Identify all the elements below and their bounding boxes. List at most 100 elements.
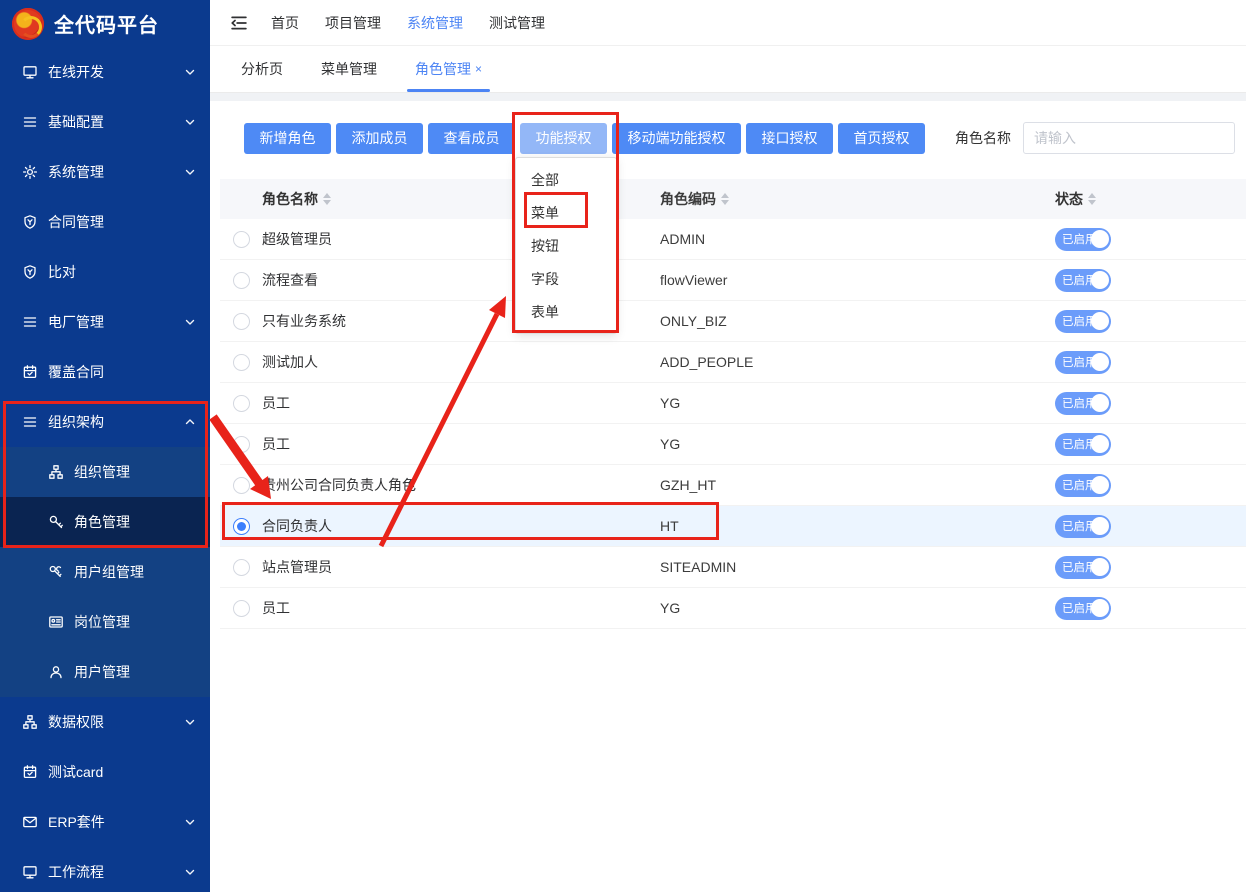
sidebar-item-label: ERP套件 bbox=[48, 812, 184, 832]
api-auth-button[interactable]: 接口授权 bbox=[746, 123, 833, 154]
sidebar-item-comparison[interactable]: 比对 bbox=[0, 247, 210, 297]
table-row[interactable]: 站点管理员 SITEADMIN 已启用 bbox=[220, 547, 1246, 588]
table-row[interactable]: 只有业务系统 ONLY_BIZ 已启用 bbox=[220, 301, 1246, 342]
role-name-cell: 合同负责人 bbox=[262, 516, 660, 536]
status-toggle[interactable]: 已启用 bbox=[1055, 433, 1111, 456]
nav-item-project-management[interactable]: 项目管理 bbox=[325, 13, 381, 33]
badge-icon bbox=[22, 264, 38, 280]
dropdown-item-button[interactable]: 按钮 bbox=[516, 229, 616, 262]
sidebar-item-label: 数据权限 bbox=[48, 712, 184, 732]
status-toggle[interactable]: 已启用 bbox=[1055, 597, 1111, 620]
mobile-feature-auth-button[interactable]: 移动端功能授权 bbox=[612, 123, 741, 154]
sidebar-item-data-permission[interactable]: 数据权限 bbox=[0, 697, 210, 747]
tab-close-icon[interactable]: × bbox=[475, 63, 482, 75]
row-radio-button[interactable] bbox=[233, 518, 250, 535]
table-row[interactable]: 流程查看 flowViewer 已启用 bbox=[220, 260, 1246, 301]
nav-item-system-management[interactable]: 系统管理 bbox=[407, 13, 463, 33]
sidebar-item-erp-suite[interactable]: ERP套件 bbox=[0, 797, 210, 847]
sidebar-item-label: 岗位管理 bbox=[74, 612, 196, 632]
calendar-icon bbox=[22, 364, 38, 380]
sidebar-item-user-group-management[interactable]: 用户组管理 bbox=[0, 547, 210, 597]
keys-icon bbox=[48, 564, 64, 580]
status-toggle[interactable]: 已启用 bbox=[1055, 269, 1111, 292]
chevron-down-icon bbox=[184, 816, 196, 828]
dropdown-item-form[interactable]: 表单 bbox=[516, 295, 616, 328]
status-toggle[interactable]: 已启用 bbox=[1055, 474, 1111, 497]
role-management-page: { "app": { "title": "全代码平台" }, "topnav":… bbox=[0, 0, 1246, 892]
sidebar-item-label: 电厂管理 bbox=[48, 312, 184, 332]
sidebar-item-organization-management[interactable]: 组织管理 bbox=[0, 447, 210, 497]
tab-role-management[interactable]: 角色管理× bbox=[411, 46, 486, 92]
table-row[interactable]: 超级管理员 ADMIN 已启用 bbox=[220, 219, 1246, 260]
row-radio-button[interactable] bbox=[233, 436, 250, 453]
role-name-filter-input[interactable] bbox=[1023, 122, 1235, 154]
role-name-cell: 贵州公司合同负责人角色 bbox=[262, 475, 660, 495]
dropdown-item-all[interactable]: 全部 bbox=[516, 163, 616, 196]
tab-analysis-page[interactable]: 分析页 bbox=[237, 46, 287, 92]
content-panel: 新增角色添加成员查看成员功能授权移动端功能授权接口授权首页授权 角色名称 角色编… bbox=[210, 101, 1246, 892]
table-row[interactable]: 员工 YG 已启用 bbox=[220, 383, 1246, 424]
sidebar-item-contract-management[interactable]: 合同管理 bbox=[0, 197, 210, 247]
table-row[interactable]: 员工 YG 已启用 bbox=[220, 588, 1246, 629]
chevron-down-icon bbox=[184, 716, 196, 728]
add-member-button[interactable]: 添加成员 bbox=[336, 123, 423, 154]
role-name-cell: 员工 bbox=[262, 434, 660, 454]
sidebar-item-user-management[interactable]: 用户管理 bbox=[0, 647, 210, 697]
status-toggle[interactable]: 已启用 bbox=[1055, 310, 1111, 333]
row-radio-button[interactable] bbox=[233, 395, 250, 412]
sidebar-item-label: 组织架构 bbox=[48, 412, 184, 432]
row-radio-button[interactable] bbox=[233, 313, 250, 330]
sidebar-item-organization-structure[interactable]: 组织架构 bbox=[0, 397, 210, 447]
status-toggle[interactable]: 已启用 bbox=[1055, 351, 1111, 374]
dropdown-item-menu[interactable]: 菜单 bbox=[516, 196, 616, 229]
table-row[interactable]: 贵州公司合同负责人角色 GZH_HT 已启用 bbox=[220, 465, 1246, 506]
sidebar-item-online-development[interactable]: 在线开发 bbox=[0, 47, 210, 97]
feature-auth-button[interactable]: 功能授权 bbox=[520, 123, 607, 154]
status-toggle[interactable]: 已启用 bbox=[1055, 515, 1111, 538]
add-role-button[interactable]: 新增角色 bbox=[244, 123, 331, 154]
status-toggle[interactable]: 已启用 bbox=[1055, 228, 1111, 251]
role-code-cell: YG bbox=[660, 395, 1055, 411]
app-title: 全代码平台 bbox=[54, 9, 159, 38]
view-members-button[interactable]: 查看成员 bbox=[428, 123, 515, 154]
chevron-down-icon bbox=[184, 316, 196, 328]
sidebar-item-workflow[interactable]: 工作流程 bbox=[0, 847, 210, 892]
sidebar-item-coverage-contract[interactable]: 覆盖合同 bbox=[0, 347, 210, 397]
row-radio-button[interactable] bbox=[233, 231, 250, 248]
sidebar-item-role-management[interactable]: 角色管理 bbox=[0, 497, 210, 547]
status-label: 已启用 bbox=[1062, 559, 1097, 575]
tab-menu-management[interactable]: 菜单管理 bbox=[317, 46, 381, 92]
role-filter: 角色名称 角色编码 bbox=[955, 122, 1246, 154]
row-radio-button[interactable] bbox=[233, 477, 250, 494]
sidebar-item-position-management[interactable]: 岗位管理 bbox=[0, 597, 210, 647]
idcard-icon bbox=[48, 614, 64, 630]
sidebar-item-basic-config[interactable]: 基础配置 bbox=[0, 97, 210, 147]
logo-row: 全代码平台 bbox=[0, 0, 210, 47]
row-radio-button[interactable] bbox=[233, 600, 250, 617]
role-code-cell: ONLY_BIZ bbox=[660, 313, 1055, 329]
homepage-auth-button[interactable]: 首页授权 bbox=[838, 123, 925, 154]
roles-table: 角色名称角色编码状态 超级管理员 ADMIN 已启用 流程查看 flowView… bbox=[220, 179, 1246, 629]
table-row[interactable]: 测试加人 ADD_PEOPLE 已启用 bbox=[220, 342, 1246, 383]
row-radio-button[interactable] bbox=[233, 559, 250, 576]
column-header-status[interactable]: 状态 bbox=[1055, 189, 1246, 209]
dropdown-item-field[interactable]: 字段 bbox=[516, 262, 616, 295]
sidebar-item-system-management[interactable]: 系统管理 bbox=[0, 147, 210, 197]
platform-logo-icon bbox=[12, 8, 44, 40]
role-name-cell: 员工 bbox=[262, 393, 660, 413]
sidebar-item-power-plant-management[interactable]: 电厂管理 bbox=[0, 297, 210, 347]
table-row[interactable]: 合同负责人 HT 已启用 bbox=[220, 506, 1246, 547]
key-icon bbox=[48, 514, 64, 530]
sidebar-item-test-card[interactable]: 测试card bbox=[0, 747, 210, 797]
row-radio-button[interactable] bbox=[233, 354, 250, 371]
table-row[interactable]: 员工 YG 已启用 bbox=[220, 424, 1246, 465]
nav-item-test-management[interactable]: 测试管理 bbox=[489, 13, 545, 33]
role-code-cell: HT bbox=[660, 518, 1055, 534]
sidebar-collapse-icon[interactable] bbox=[229, 13, 249, 33]
column-header-role-code[interactable]: 角色编码 bbox=[660, 189, 1055, 209]
status-toggle[interactable]: 已启用 bbox=[1055, 556, 1111, 579]
status-toggle[interactable]: 已启用 bbox=[1055, 392, 1111, 415]
nav-item-home[interactable]: 首页 bbox=[271, 13, 299, 33]
row-radio-button[interactable] bbox=[233, 272, 250, 289]
sidebar-item-label: 在线开发 bbox=[48, 62, 184, 82]
